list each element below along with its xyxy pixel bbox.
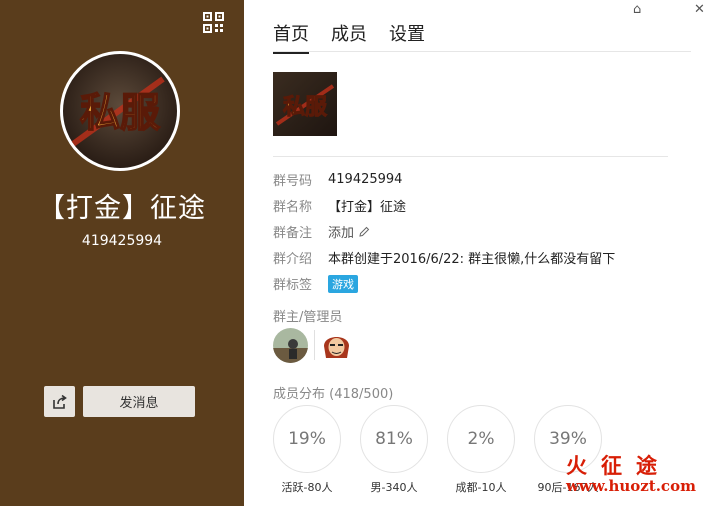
avatar-logo-text: 私服 xyxy=(80,89,160,136)
tab-divider xyxy=(273,51,691,52)
tab-settings[interactable]: 设置 xyxy=(389,20,425,54)
admin-divider xyxy=(314,330,315,360)
skin-icon[interactable]: ⌂ xyxy=(633,2,641,17)
info-row-number: 群号码 419425994 xyxy=(273,170,402,189)
stat-active-label: 活跃-80人 xyxy=(281,481,333,494)
members-count: (418/500) xyxy=(329,387,394,402)
stat-region-label: 成都-10人 xyxy=(455,481,507,494)
tab-bar: 首页 成员 设置 xyxy=(273,20,447,54)
stat-active-circle[interactable]: 19% xyxy=(273,405,341,473)
info-row-name: 群名称 【打金】征途 xyxy=(273,196,406,215)
owner-avatar[interactable] xyxy=(273,328,308,363)
group-avatar[interactable]: 私服 xyxy=(60,51,180,171)
thumbnail-logo-text: 私服 xyxy=(283,94,328,120)
watermark-logo-text: 火征途 xyxy=(566,453,671,478)
group-number-label: 群号码 xyxy=(273,174,313,189)
group-name: 【打金】征途 xyxy=(38,193,206,224)
admins-title: 群主/管理员 xyxy=(273,310,343,325)
group-remark-label: 群备注 xyxy=(273,226,313,241)
tab-members[interactable]: 成员 xyxy=(331,20,367,54)
group-name-value: 【打金】征途 xyxy=(328,200,407,215)
group-profile-sidebar: 私服 【打金】征途 419425994 发消息 xyxy=(0,0,244,506)
stat-region-circle[interactable]: 2% xyxy=(447,405,515,473)
add-remark-link[interactable]: 添加 xyxy=(328,222,354,241)
group-intro-value: 本群创建于2016/6/22: 群主很懒,什么都没有留下 xyxy=(328,252,616,267)
group-number: 419425994 xyxy=(81,233,163,249)
info-divider xyxy=(273,156,668,157)
tab-home[interactable]: 首页 xyxy=(273,20,309,54)
watermark-url: www.huozt.com xyxy=(566,477,696,495)
members-title-label: 成员分布 xyxy=(273,387,326,402)
send-message-button[interactable]: 发消息 xyxy=(83,386,195,417)
site-watermark: 火征途 www.huozt.com xyxy=(566,450,708,506)
info-row-tags: 群标签 游戏 xyxy=(273,274,358,293)
group-intro-label: 群介绍 xyxy=(273,252,313,267)
members-title: 成员分布 (418/500) xyxy=(273,383,393,402)
group-tags-label: 群标签 xyxy=(273,278,313,293)
stat-male-circle[interactable]: 81% xyxy=(360,405,428,473)
group-thumbnail[interactable]: 私服 xyxy=(273,72,337,136)
share-icon xyxy=(52,394,67,409)
info-row-remark: 群备注 添加 xyxy=(273,222,370,241)
qr-code-icon[interactable] xyxy=(203,12,224,33)
edit-icon[interactable] xyxy=(358,226,370,238)
admin-avatar[interactable] xyxy=(319,328,354,363)
share-button[interactable] xyxy=(44,386,75,417)
group-number-value: 419425994 xyxy=(328,172,403,187)
stat-male-label: 男-340人 xyxy=(370,481,418,494)
game-tag[interactable]: 游戏 xyxy=(328,274,358,293)
close-icon[interactable]: ✕ xyxy=(694,2,705,17)
info-row-intro: 群介绍 本群创建于2016/6/22: 群主很懒,什么都没有留下 xyxy=(273,248,615,267)
group-name-label: 群名称 xyxy=(273,200,313,215)
